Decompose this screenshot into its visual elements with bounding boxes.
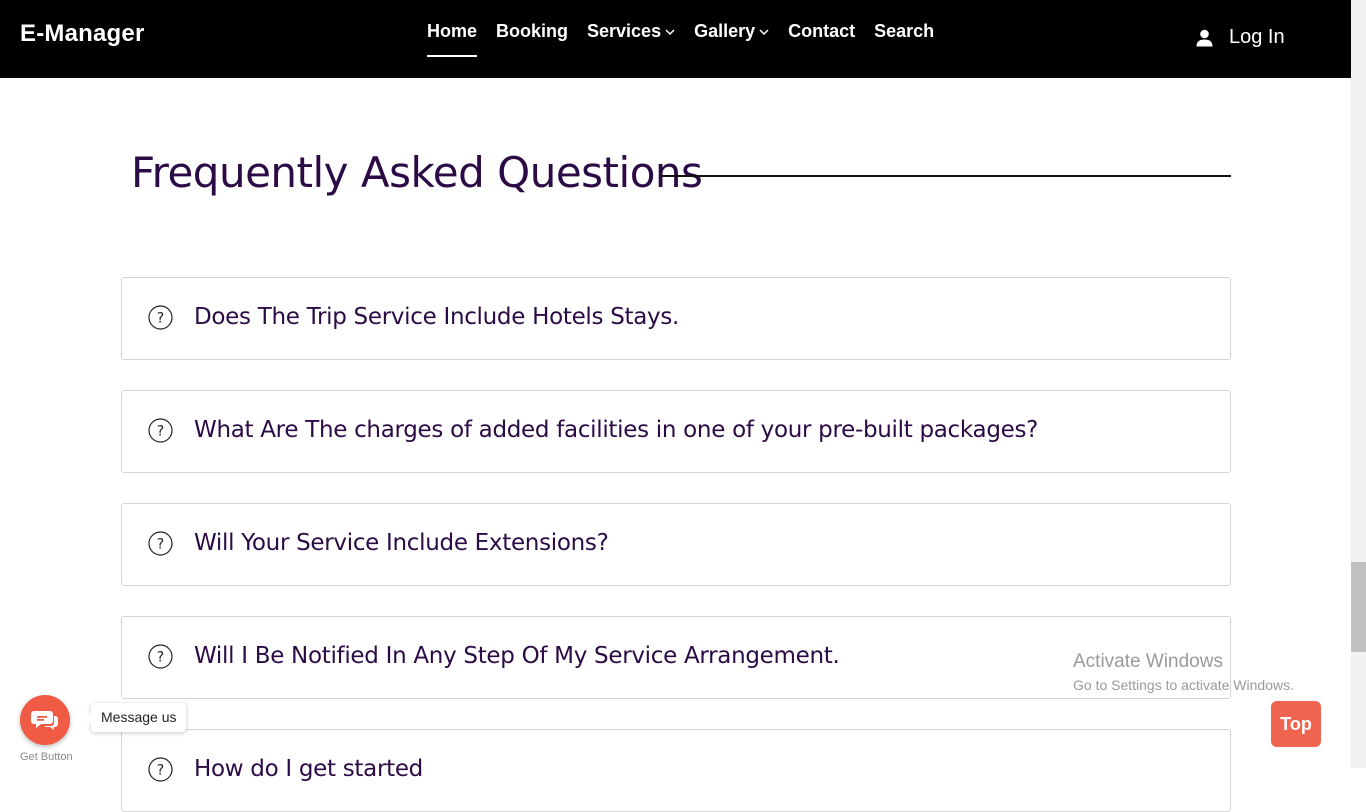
page-scrollbar-thumb[interactable]	[1351, 562, 1366, 652]
brand-logo[interactable]: E-Manager	[20, 20, 145, 48]
top-navbar: E-Manager Home Booking Services Gallery …	[0, 0, 1351, 78]
question-circle-icon: ?	[148, 644, 173, 669]
svg-text:?: ?	[157, 650, 164, 666]
chevron-down-icon	[759, 28, 769, 35]
heading-divider	[662, 175, 1231, 177]
nav-search[interactable]: Search	[874, 21, 934, 42]
faq-item[interactable]: ? Will I Be Notified In Any Step Of My S…	[121, 616, 1231, 699]
activation-watermark-title: Activate Windows	[1073, 651, 1223, 672]
faq-question: What Are The charges of added facilities…	[194, 417, 1039, 443]
svg-text:?: ?	[157, 424, 164, 440]
question-circle-icon: ?	[148, 757, 173, 782]
chat-bubbles-icon	[31, 711, 58, 730]
login-link[interactable]: Log In	[1196, 26, 1285, 49]
nav-gallery-label: Gallery	[694, 21, 756, 41]
faq-item[interactable]: ? Will Your Service Include Extensions?	[121, 503, 1231, 586]
page-scrollbar-track[interactable]	[1351, 0, 1366, 768]
back-to-top-label: Top	[1280, 713, 1312, 734]
svg-text:?: ?	[157, 763, 164, 779]
question-circle-icon: ?	[148, 305, 173, 330]
main-nav: Home Booking Services Gallery Contact Se…	[427, 21, 953, 57]
nav-gallery[interactable]: Gallery	[694, 21, 769, 42]
nav-home[interactable]: Home	[427, 21, 478, 57]
message-us-button[interactable]	[20, 695, 70, 745]
login-label: Log In	[1229, 26, 1285, 48]
faq-question: Will I Be Notified In Any Step Of My Ser…	[194, 643, 840, 669]
get-button-credit[interactable]: Get Button	[20, 751, 73, 763]
chevron-down-icon	[665, 28, 675, 35]
activation-watermark-subtitle: Go to Settings to activate Windows.	[1073, 677, 1294, 693]
nav-contact[interactable]: Contact	[788, 21, 855, 42]
svg-text:?: ?	[157, 537, 164, 553]
nav-services[interactable]: Services	[587, 21, 675, 42]
svg-text:?: ?	[157, 311, 164, 327]
nav-booking[interactable]: Booking	[496, 21, 568, 42]
faq-item[interactable]: ? Does The Trip Service Include Hotels S…	[121, 277, 1231, 360]
question-circle-icon: ?	[148, 531, 173, 556]
message-us-tooltip: Message us	[84, 703, 187, 732]
faq-heading: Frequently Asked Questions	[131, 148, 703, 197]
faq-question: How do I get started	[194, 756, 423, 782]
user-icon	[1196, 29, 1213, 46]
faq-item[interactable]: ? How do I get started	[121, 729, 1231, 812]
question-circle-icon: ?	[148, 418, 173, 443]
nav-search-label: Search	[874, 21, 935, 41]
nav-services-label: Services	[587, 21, 662, 41]
back-to-top-button[interactable]: Top	[1271, 701, 1321, 747]
faq-question: Will Your Service Include Extensions?	[194, 530, 609, 556]
faq-item[interactable]: ? What Are The charges of added faciliti…	[121, 390, 1231, 473]
faq-question: Does The Trip Service Include Hotels Sta…	[194, 304, 680, 330]
nav-home-label: Home	[427, 21, 478, 41]
nav-booking-label: Booking	[496, 21, 569, 41]
nav-contact-label: Contact	[788, 21, 856, 41]
